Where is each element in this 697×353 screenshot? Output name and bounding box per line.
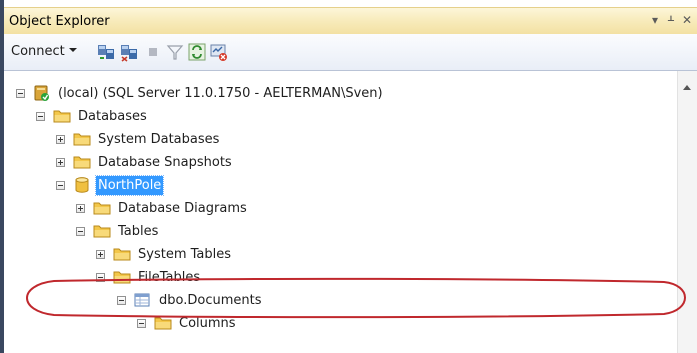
table-icon [134,293,150,307]
node-label: (local) (SQL Server 11.0.1750 - AELTERMA… [58,85,383,101]
object-explorer-tree[interactable]: (local) (SQL Server 11.0.1750 - AELTERMA… [4,71,677,353]
folder-icon [73,156,91,169]
folder-icon [93,225,111,238]
collapse-icon[interactable] [117,295,126,305]
folder-icon [154,317,172,330]
collapse-icon[interactable] [137,318,146,328]
tree-node-server[interactable]: (local) (SQL Server 11.0.1750 - AELTERMA… [16,82,385,104]
folder-icon [113,271,131,284]
node-label: FileTables [138,269,201,285]
tree-node-dbo-documents[interactable]: dbo.Documents [117,289,263,311]
tree-node-columns[interactable]: Columns [137,312,238,334]
expand-icon[interactable] [56,134,65,144]
chevron-down-icon [68,47,77,52]
node-label: Database Snapshots [98,154,232,170]
refresh-icon[interactable] [187,42,207,62]
server-icon [34,85,49,101]
collapse-icon[interactable] [36,111,45,121]
tree-node-northpole[interactable]: NorthPole [56,174,165,196]
node-label: System Tables [138,246,231,262]
object-explorer-window: Object Explorer ▾ ᚆ ✕ Connect (local) (S… [0,0,697,353]
expand-icon[interactable] [96,249,105,259]
scroll-up-icon[interactable] [683,85,691,90]
database-icon [75,177,89,193]
folder-icon [93,202,111,215]
vertical-scrollbar[interactable] [677,71,697,353]
node-label: dbo.Documents [159,292,262,308]
node-label-selected: NorthPole [94,174,165,196]
collapse-icon[interactable] [96,272,105,282]
collapse-icon[interactable] [76,226,85,236]
folder-icon [53,110,71,123]
node-label: Database Diagrams [118,200,247,216]
connect-label: Connect [11,44,65,59]
node-label: Databases [78,108,147,124]
pin-icon[interactable]: ᚆ [663,11,679,29]
node-label: Tables [118,223,159,239]
activity-monitor-icon[interactable] [209,42,229,62]
stop-icon[interactable] [143,42,163,62]
tree-node-databases[interactable]: Databases [36,105,149,127]
expand-icon[interactable] [76,203,85,213]
folder-icon [113,248,131,261]
node-label: Columns [179,315,236,331]
collapse-icon[interactable] [56,180,65,190]
node-label: System Databases [98,131,220,147]
tree-node-database-diagrams[interactable]: Database Diagrams [76,197,249,219]
tree-node-system-tables[interactable]: System Tables [96,243,233,265]
toolbar: Connect [4,34,697,71]
folder-icon [73,133,91,146]
panel-title: Object Explorer [9,14,110,29]
collapse-icon[interactable] [16,88,25,98]
connect-object-explorer-icon[interactable] [96,42,116,62]
disconnect-icon[interactable] [119,42,139,62]
close-icon[interactable]: ✕ [679,11,695,29]
filter-icon[interactable] [165,42,185,62]
connect-button[interactable]: Connect [11,42,77,62]
tree-node-tables[interactable]: Tables [76,220,160,242]
tree-node-system-databases[interactable]: System Databases [56,128,221,150]
tree-node-database-snapshots[interactable]: Database Snapshots [56,151,234,173]
dropdown-icon[interactable]: ▾ [647,11,663,29]
expand-icon[interactable] [56,157,65,167]
tree-node-filetables[interactable]: FileTables [96,266,202,288]
title-bar[interactable]: Object Explorer ▾ ᚆ ✕ [4,7,697,34]
